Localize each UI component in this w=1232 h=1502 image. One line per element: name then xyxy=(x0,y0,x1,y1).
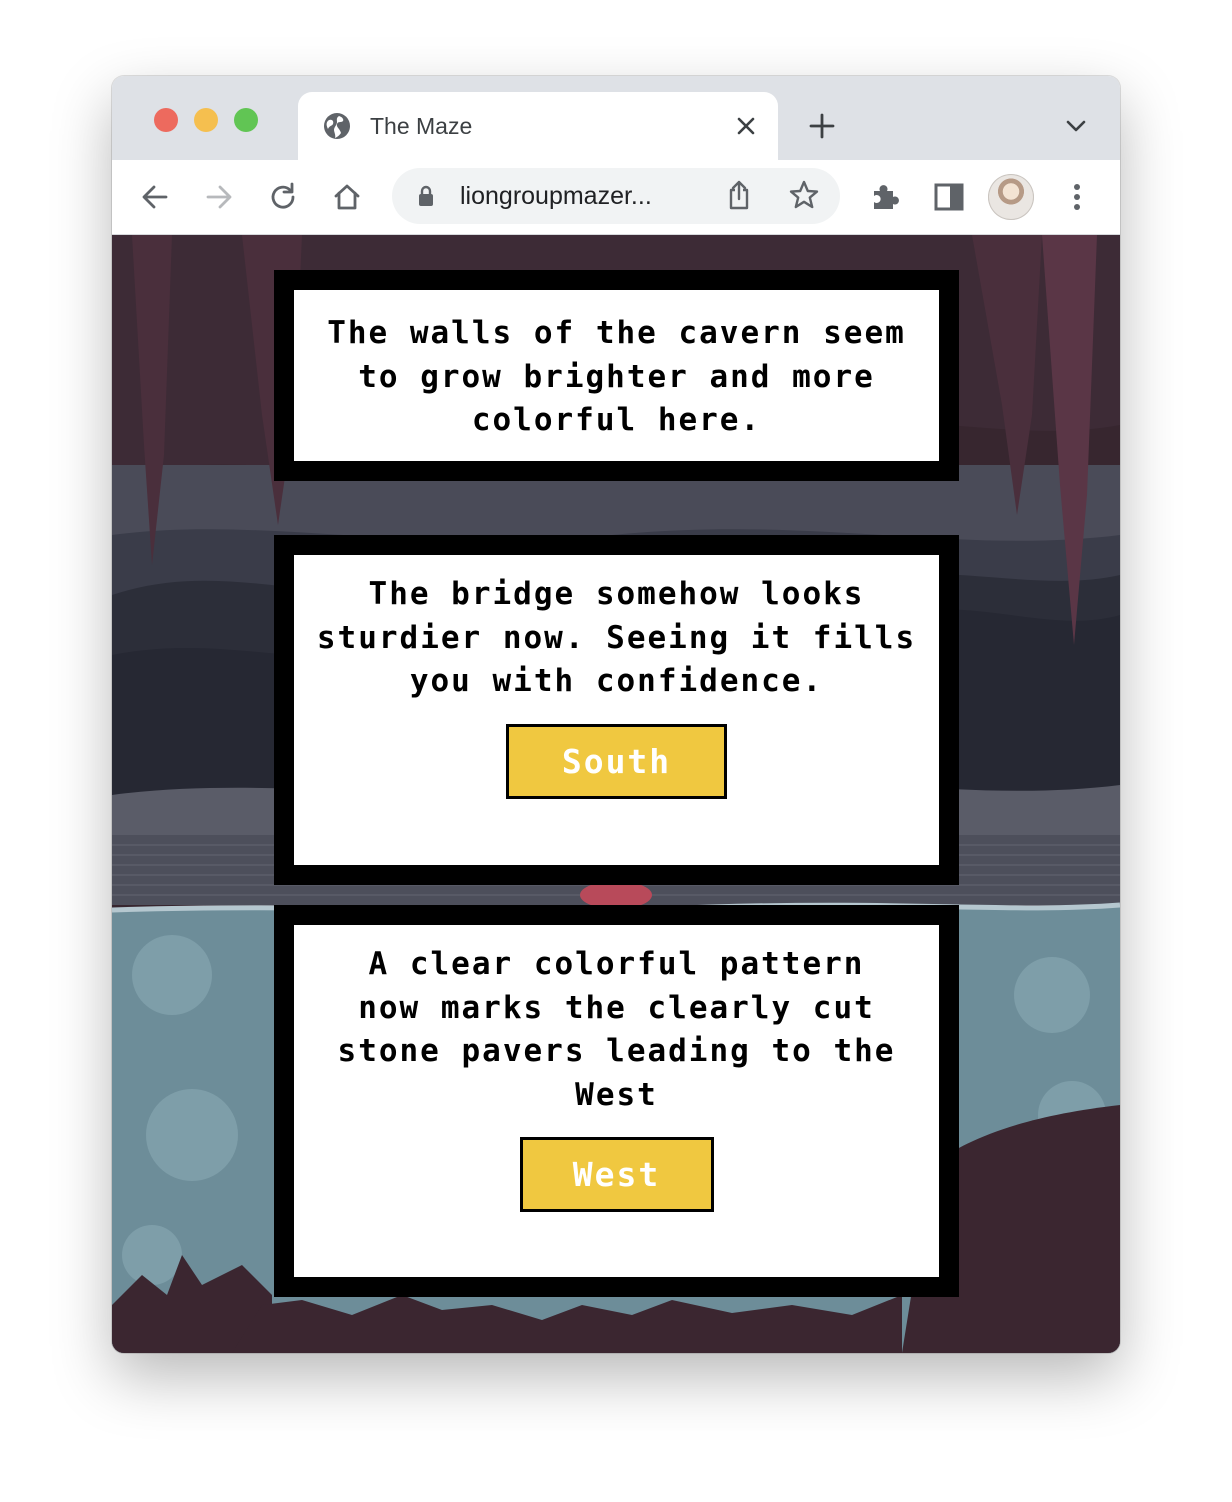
story-card-3: A clear colorful pattern now marks the c… xyxy=(274,905,959,1297)
url-text: liongroupmazer... xyxy=(460,182,652,210)
forward-arrow-icon[interactable] xyxy=(202,180,236,214)
card-1-text: The walls of the cavern seem to grow bri… xyxy=(327,315,906,438)
west-button[interactable]: West xyxy=(519,1137,714,1212)
home-icon[interactable] xyxy=(330,180,364,214)
story-card-1: The walls of the cavern seem to grow bri… xyxy=(274,270,959,481)
star-icon[interactable] xyxy=(788,179,820,211)
card-2-text: The bridge somehow looks sturdier now. S… xyxy=(316,576,917,699)
close-icon[interactable] xyxy=(734,114,758,138)
share-icon[interactable] xyxy=(724,179,754,211)
browser-window: The Maze liongroupmazer... The walls of … xyxy=(112,76,1120,1353)
plus-icon[interactable] xyxy=(808,112,836,140)
puzzle-icon[interactable] xyxy=(868,180,902,214)
card-3-text: A clear colorful pattern now marks the c… xyxy=(337,946,896,1113)
back-arrow-icon[interactable] xyxy=(138,180,172,214)
address-bar[interactable]: liongroupmazer... xyxy=(392,168,840,224)
chevron-down-icon[interactable] xyxy=(1064,116,1088,136)
reload-icon[interactable] xyxy=(266,180,300,214)
zoom-window-button[interactable] xyxy=(234,108,258,132)
minimize-window-button[interactable] xyxy=(194,108,218,132)
tab-the-maze[interactable]: The Maze xyxy=(298,92,778,160)
page-viewport: The walls of the cavern seem to grow bri… xyxy=(112,235,1120,1353)
south-button[interactable]: South xyxy=(506,723,727,799)
browser-toolbar: liongroupmazer... xyxy=(112,160,1120,235)
kebab-menu-icon[interactable] xyxy=(1060,180,1094,214)
story-card-2: The bridge somehow looks sturdier now. S… xyxy=(274,535,959,885)
tab-strip: The Maze xyxy=(112,76,1120,160)
avatar[interactable] xyxy=(988,174,1034,220)
tab-title: The Maze xyxy=(370,113,473,139)
side-panel-icon[interactable] xyxy=(932,180,966,214)
globe-icon xyxy=(324,113,350,139)
lock-icon xyxy=(419,185,433,206)
close-window-button[interactable] xyxy=(154,108,178,132)
